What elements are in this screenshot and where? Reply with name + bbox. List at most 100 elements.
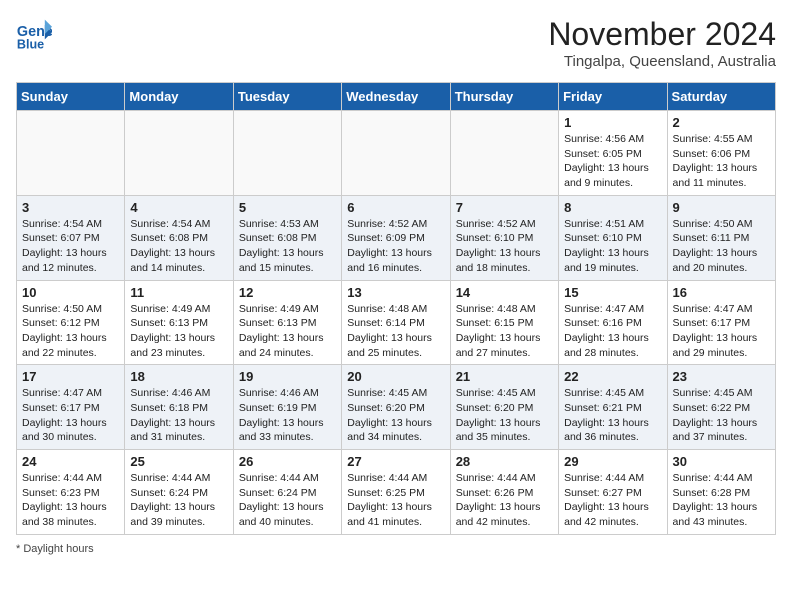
day-number: 10	[22, 285, 119, 300]
day-cell	[17, 111, 125, 196]
col-header-friday: Friday	[559, 83, 667, 111]
day-cell: 21 Sunrise: 4:45 AM Sunset: 6:20 PM Dayli…	[450, 365, 558, 450]
day-cell	[125, 111, 233, 196]
page-header: General Blue November 2024 Tingalpa, Que…	[16, 16, 776, 70]
day-number: 28	[456, 454, 553, 469]
day-cell: 22 Sunrise: 4:45 AM Sunset: 6:21 PM Dayli…	[559, 365, 667, 450]
day-info: Sunrise: 4:44 AM Sunset: 6:24 PM Dayligh…	[130, 471, 227, 530]
day-info: Sunrise: 4:46 AM Sunset: 6:19 PM Dayligh…	[239, 386, 336, 445]
day-info: Sunrise: 4:44 AM Sunset: 6:25 PM Dayligh…	[347, 471, 444, 530]
calendar-table: SundayMondayTuesdayWednesdayThursdayFrid…	[16, 82, 776, 535]
day-cell: 13 Sunrise: 4:48 AM Sunset: 6:14 PM Dayli…	[342, 280, 450, 365]
day-info: Sunrise: 4:51 AM Sunset: 6:10 PM Dayligh…	[564, 217, 661, 276]
week-row-1: 1Sunrise: 4:56 AM Sunset: 6:05 PM Daylig…	[17, 111, 776, 196]
day-cell: 28Sunrise: 4:44 AM Sunset: 6:26 PM Dayli…	[450, 450, 558, 535]
day-info: Sunrise: 4:44 AM Sunset: 6:27 PM Dayligh…	[564, 471, 661, 530]
day-cell: 26 Sunrise: 4:44 AM Sunset: 6:24 PM Dayli…	[233, 450, 341, 535]
day-number: 5	[239, 200, 336, 215]
day-cell: 2 Sunrise: 4:55 AM Sunset: 6:06 PM Daylig…	[667, 111, 775, 196]
day-number: 21	[456, 369, 553, 384]
day-number: 14	[456, 285, 553, 300]
week-row-4: 17Sunrise: 4:47 AM Sunset: 6:17 PM Dayli…	[17, 365, 776, 450]
day-number: 23	[673, 369, 770, 384]
col-header-sunday: Sunday	[17, 83, 125, 111]
day-info: Sunrise: 4:48 AM Sunset: 6:15 PM Dayligh…	[456, 302, 553, 361]
day-number: 3	[22, 200, 119, 215]
day-cell: 12Sunrise: 4:49 AM Sunset: 6:13 PM Dayli…	[233, 280, 341, 365]
day-number: 13	[347, 285, 444, 300]
logo: General Blue	[16, 16, 52, 52]
day-cell: 19 Sunrise: 4:46 AM Sunset: 6:19 PM Dayli…	[233, 365, 341, 450]
week-row-5: 24 Sunrise: 4:44 AM Sunset: 6:23 PM Dayli…	[17, 450, 776, 535]
day-info: Sunrise: 4:49 AM Sunset: 6:13 PM Dayligh…	[239, 302, 336, 361]
day-number: 7	[456, 200, 553, 215]
day-info: Sunrise: 4:54 AM Sunset: 6:07 PM Dayligh…	[22, 217, 119, 276]
day-cell: 25 Sunrise: 4:44 AM Sunset: 6:24 PM Dayli…	[125, 450, 233, 535]
day-cell	[233, 111, 341, 196]
day-info: Sunrise: 4:47 AM Sunset: 6:17 PM Dayligh…	[22, 386, 119, 445]
day-cell: 20Sunrise: 4:45 AM Sunset: 6:20 PM Dayli…	[342, 365, 450, 450]
day-cell: 8Sunrise: 4:51 AM Sunset: 6:10 PM Daylig…	[559, 195, 667, 280]
week-row-2: 3 Sunrise: 4:54 AM Sunset: 6:07 PM Daylig…	[17, 195, 776, 280]
day-info: Sunrise: 4:47 AM Sunset: 6:17 PM Dayligh…	[673, 302, 770, 361]
day-cell: 24 Sunrise: 4:44 AM Sunset: 6:23 PM Dayli…	[17, 450, 125, 535]
day-info: Sunrise: 4:44 AM Sunset: 6:23 PM Dayligh…	[22, 471, 119, 530]
day-number: 4	[130, 200, 227, 215]
day-number: 15	[564, 285, 661, 300]
day-cell: 27 Sunrise: 4:44 AM Sunset: 6:25 PM Dayli…	[342, 450, 450, 535]
day-number: 24	[22, 454, 119, 469]
week-row-3: 10Sunrise: 4:50 AM Sunset: 6:12 PM Dayli…	[17, 280, 776, 365]
day-number: 29	[564, 454, 661, 469]
month-year: November 2024	[548, 16, 776, 53]
col-header-tuesday: Tuesday	[233, 83, 341, 111]
col-header-wednesday: Wednesday	[342, 83, 450, 111]
day-info: Sunrise: 4:45 AM Sunset: 6:21 PM Dayligh…	[564, 386, 661, 445]
logo-icon: General Blue	[16, 16, 52, 52]
day-number: 30	[673, 454, 770, 469]
day-info: Sunrise: 4:45 AM Sunset: 6:20 PM Dayligh…	[456, 386, 553, 445]
day-info: Sunrise: 4:55 AM Sunset: 6:06 PM Dayligh…	[673, 132, 770, 191]
day-number: 25	[130, 454, 227, 469]
day-cell: 6 Sunrise: 4:52 AM Sunset: 6:09 PM Daylig…	[342, 195, 450, 280]
footer: * Daylight hours	[16, 543, 776, 555]
day-cell: 29 Sunrise: 4:44 AM Sunset: 6:27 PM Dayli…	[559, 450, 667, 535]
col-header-thursday: Thursday	[450, 83, 558, 111]
day-info: Sunrise: 4:46 AM Sunset: 6:18 PM Dayligh…	[130, 386, 227, 445]
day-number: 6	[347, 200, 444, 215]
day-number: 27	[347, 454, 444, 469]
day-number: 22	[564, 369, 661, 384]
day-cell: 9Sunrise: 4:50 AM Sunset: 6:11 PM Daylig…	[667, 195, 775, 280]
day-cell: 17Sunrise: 4:47 AM Sunset: 6:17 PM Dayli…	[17, 365, 125, 450]
day-info: Sunrise: 4:48 AM Sunset: 6:14 PM Dayligh…	[347, 302, 444, 361]
day-info: Sunrise: 4:54 AM Sunset: 6:08 PM Dayligh…	[130, 217, 227, 276]
day-info: Sunrise: 4:53 AM Sunset: 6:08 PM Dayligh…	[239, 217, 336, 276]
day-number: 1	[564, 115, 661, 130]
svg-text:Blue: Blue	[17, 37, 44, 51]
day-cell: 18 Sunrise: 4:46 AM Sunset: 6:18 PM Dayli…	[125, 365, 233, 450]
day-cell: 16 Sunrise: 4:47 AM Sunset: 6:17 PM Dayli…	[667, 280, 775, 365]
day-info: Sunrise: 4:44 AM Sunset: 6:24 PM Dayligh…	[239, 471, 336, 530]
day-number: 2	[673, 115, 770, 130]
day-number: 16	[673, 285, 770, 300]
day-info: Sunrise: 4:52 AM Sunset: 6:09 PM Dayligh…	[347, 217, 444, 276]
day-info: Sunrise: 4:44 AM Sunset: 6:28 PM Dayligh…	[673, 471, 770, 530]
day-number: 18	[130, 369, 227, 384]
title-block: November 2024 Tingalpa, Queensland, Aust…	[548, 16, 776, 70]
day-cell: 11 Sunrise: 4:49 AM Sunset: 6:13 PM Dayli…	[125, 280, 233, 365]
day-info: Sunrise: 4:45 AM Sunset: 6:20 PM Dayligh…	[347, 386, 444, 445]
location: Tingalpa, Queensland, Australia	[548, 53, 776, 70]
day-cell	[342, 111, 450, 196]
day-info: Sunrise: 4:49 AM Sunset: 6:13 PM Dayligh…	[130, 302, 227, 361]
day-info: Sunrise: 4:45 AM Sunset: 6:22 PM Dayligh…	[673, 386, 770, 445]
day-cell: 14 Sunrise: 4:48 AM Sunset: 6:15 PM Dayli…	[450, 280, 558, 365]
day-number: 19	[239, 369, 336, 384]
day-number: 9	[673, 200, 770, 215]
day-cell	[450, 111, 558, 196]
day-info: Sunrise: 4:52 AM Sunset: 6:10 PM Dayligh…	[456, 217, 553, 276]
day-cell: 4 Sunrise: 4:54 AM Sunset: 6:08 PM Daylig…	[125, 195, 233, 280]
day-number: 11	[130, 285, 227, 300]
day-cell: 30 Sunrise: 4:44 AM Sunset: 6:28 PM Dayli…	[667, 450, 775, 535]
day-cell: 15Sunrise: 4:47 AM Sunset: 6:16 PM Dayli…	[559, 280, 667, 365]
header-row: SundayMondayTuesdayWednesdayThursdayFrid…	[17, 83, 776, 111]
day-number: 26	[239, 454, 336, 469]
